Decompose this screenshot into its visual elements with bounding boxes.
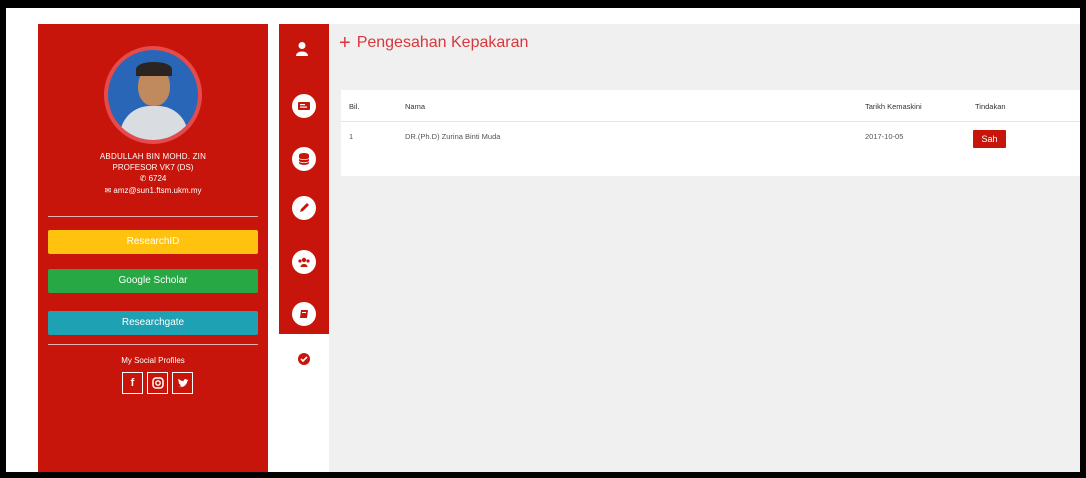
sidebar-icon-strip <box>279 24 329 334</box>
plus-icon: + <box>339 32 351 54</box>
group-icon[interactable] <box>292 250 316 274</box>
profile-panel: ABDULLAH BIN MOHD. ZIN PROFESOR VK7 (DS)… <box>38 24 268 472</box>
researchid-button[interactable]: ResearchID <box>48 230 258 254</box>
sidebar-icon-strip-lower <box>279 334 329 472</box>
database-icon[interactable] <box>292 147 316 171</box>
envelope-icon: ✉ <box>104 186 112 195</box>
divider <box>48 216 258 217</box>
column-header-tarikh: Tarikh Kemaskini <box>865 102 922 111</box>
column-header-bil: Bil. <box>349 102 360 111</box>
page-header: + Pengesahan Kepakaran <box>329 24 1080 62</box>
twitter-icon[interactable] <box>172 372 193 394</box>
app-frame: ABDULLAH BIN MOHD. ZIN PROFESOR VK7 (DS)… <box>6 8 1080 472</box>
google-scholar-button[interactable]: Google Scholar <box>48 269 258 293</box>
profile-title: PROFESOR VK7 (DS) <box>112 163 194 172</box>
facebook-icon[interactable]: f <box>122 372 143 394</box>
profile-name: ABDULLAH BIN MOHD. ZIN <box>99 152 207 161</box>
check-circle-icon[interactable] <box>297 352 311 366</box>
sah-button[interactable]: Sah <box>973 130 1006 148</box>
row-nama: DR.(Ph.D) Zurina Binti Muda <box>405 132 501 141</box>
social-profiles-label: My Social Profiles <box>121 356 185 365</box>
avatar <box>104 46 202 144</box>
divider <box>48 344 258 345</box>
row-bil: 1 <box>349 132 354 141</box>
instagram-icon[interactable] <box>147 372 168 394</box>
user-icon[interactable] <box>295 41 311 59</box>
profile-phone: ✆ 6724 <box>38 174 268 183</box>
profile-email[interactable]: ✉ amz@sun1.ftsm.ukm.my <box>38 186 268 195</box>
page-title: Pengesahan Kepakaran <box>356 34 529 51</box>
phone-number: 6724 <box>148 174 167 183</box>
column-header-nama: Nama <box>405 102 426 111</box>
email-address[interactable]: amz@sun1.ftsm.ukm.my <box>113 186 201 195</box>
column-header-tindakan: Tindakan <box>975 102 1006 111</box>
row-tarikh: 2017-10-05 <box>865 132 904 141</box>
data-table: Bil. Nama Tarikh Kemaskini Tindakan 1 DR… <box>341 90 1080 176</box>
main-content: + Pengesahan Kepakaran Bil. Nama Tarikh … <box>329 24 1080 472</box>
table-row: 1 DR.(Ph.D) Zurina Binti Muda 2017-10-05… <box>341 122 1080 176</box>
phone-icon: ✆ <box>139 174 147 183</box>
researchgate-button[interactable]: Researchgate <box>48 311 258 335</box>
book-icon[interactable] <box>292 302 316 326</box>
list-card-icon[interactable] <box>292 94 316 118</box>
pencil-icon[interactable] <box>292 196 316 220</box>
social-links: f <box>122 372 193 394</box>
table-header: Bil. Nama Tarikh Kemaskini Tindakan <box>341 90 1080 122</box>
